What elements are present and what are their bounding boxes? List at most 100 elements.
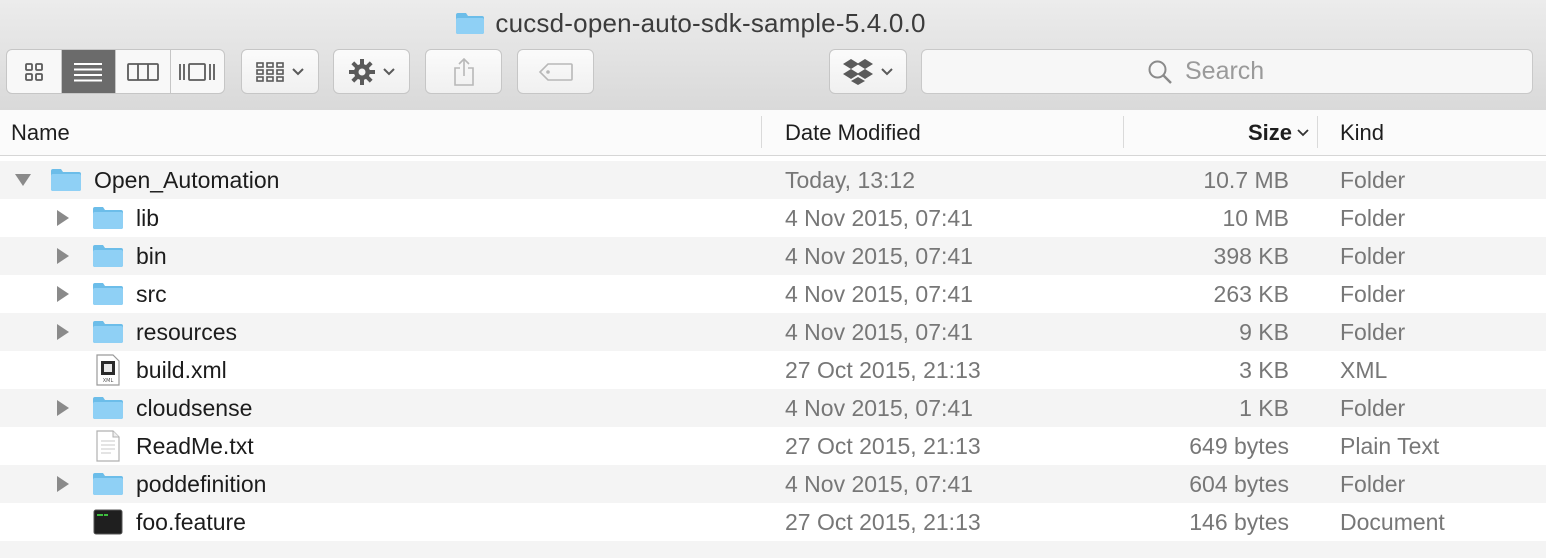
date-modified: 27 Oct 2015, 21:13 <box>785 432 981 459</box>
view-mode-selector <box>6 49 225 94</box>
arrange-icon <box>256 61 284 82</box>
file-size: 263 KB <box>1213 280 1289 307</box>
dropbox-button[interactable] <box>829 49 907 94</box>
file-kind: Folder <box>1340 470 1406 497</box>
file-kind: Document <box>1340 508 1445 535</box>
file-row[interactable]: bin 4 Nov 2015, 07:41 398 KB Folder <box>0 237 1546 275</box>
search-icon <box>1148 60 1172 84</box>
sort-descending-icon <box>1297 128 1309 136</box>
chevron-down-icon <box>382 67 395 75</box>
file-size: 10 MB <box>1222 204 1289 231</box>
file-row[interactable]: resources 4 Nov 2015, 07:41 9 KB Folder <box>0 313 1546 351</box>
file-list: Open_Automation Today, 13:12 10.7 MB Folder… <box>0 161 1546 541</box>
size-column-header[interactable]: Size <box>1130 110 1310 155</box>
file-name: lib <box>136 204 160 231</box>
date-header-label: Date Modified <box>785 119 921 145</box>
cover-flow-icon <box>179 62 216 81</box>
file-row[interactable]: ReadMe.txt 27 Oct 2015, 21:13 649 bytes Pla… <box>0 427 1546 465</box>
folder-icon <box>456 13 485 34</box>
file-row[interactable]: XML build.xml 27 Oct 2015, 21:13 3 KB XML <box>0 351 1546 389</box>
file-name: cloudsense <box>136 394 253 421</box>
name-header-label: Name <box>11 119 70 145</box>
search-field[interactable] <box>921 49 1533 94</box>
date-modified: Today, 13:12 <box>785 166 916 193</box>
disclosure-collapsed-icon[interactable] <box>56 389 70 427</box>
file-kind: Folder <box>1340 280 1406 307</box>
file-row[interactable]: src 4 Nov 2015, 07:41 263 KB Folder <box>0 275 1546 313</box>
disclosure-expanded-icon[interactable] <box>14 161 32 199</box>
xml-file-icon: XML <box>96 354 120 386</box>
kind-column-header[interactable]: Kind <box>1340 110 1384 155</box>
size-header-label: Size <box>1247 119 1292 145</box>
share-button[interactable] <box>425 49 502 94</box>
date-column-header[interactable]: Date Modified <box>785 110 921 155</box>
share-icon <box>453 57 474 86</box>
arrange-button[interactable] <box>241 49 319 94</box>
file-kind: Folder <box>1340 242 1406 269</box>
file-name: bin <box>136 242 167 269</box>
list-view-button[interactable] <box>61 50 116 93</box>
file-name: build.xml <box>136 356 227 383</box>
columns-icon <box>126 62 159 81</box>
dropbox-icon <box>843 58 873 85</box>
date-modified: 4 Nov 2015, 07:41 <box>785 204 973 231</box>
disclosure-collapsed-icon[interactable] <box>56 275 70 313</box>
disclosure-collapsed-icon[interactable] <box>56 313 70 351</box>
file-name: src <box>136 280 167 307</box>
date-modified: 27 Oct 2015, 21:13 <box>785 508 981 535</box>
file-name: resources <box>136 318 237 345</box>
disclosure-collapsed-icon[interactable] <box>56 465 70 503</box>
folder-icon <box>93 245 123 267</box>
file-size: 9 KB <box>1239 318 1289 345</box>
file-size: 146 bytes <box>1189 508 1289 535</box>
folder-icon <box>93 473 123 495</box>
file-name: foo.feature <box>136 508 246 535</box>
search-input[interactable] <box>1183 56 1307 87</box>
file-row[interactable]: Open_Automation Today, 13:12 10.7 MB Folder <box>0 161 1546 199</box>
date-modified: 4 Nov 2015, 07:41 <box>785 318 973 345</box>
disclosure-collapsed-icon[interactable] <box>56 199 70 237</box>
action-button[interactable] <box>333 49 410 94</box>
cover-flow-view-button[interactable] <box>171 50 225 93</box>
file-size: 649 bytes <box>1189 432 1289 459</box>
tag-icon <box>538 62 573 81</box>
file-name: Open_Automation <box>94 166 280 193</box>
disclosure-collapsed-icon[interactable] <box>56 237 70 275</box>
icon-view-button[interactable] <box>7 50 62 93</box>
column-view-button[interactable] <box>116 50 171 93</box>
date-modified: 27 Oct 2015, 21:13 <box>785 356 981 383</box>
terminal-file-icon <box>93 509 123 535</box>
file-size: 1 KB <box>1239 394 1289 421</box>
folder-icon <box>93 283 123 305</box>
gear-icon <box>348 58 375 85</box>
column-divider[interactable] <box>1123 116 1124 148</box>
folder-icon <box>93 397 123 419</box>
file-size: 3 KB <box>1239 356 1289 383</box>
column-divider[interactable] <box>761 116 762 148</box>
date-modified: 4 Nov 2015, 07:41 <box>785 280 973 307</box>
file-kind: Plain Text <box>1340 432 1440 459</box>
file-kind: Folder <box>1340 394 1406 421</box>
name-column-header[interactable]: Name <box>11 110 70 155</box>
file-size: 10.7 MB <box>1203 166 1289 193</box>
file-row[interactable]: foo.feature 27 Oct 2015, 21:13 146 bytes Do… <box>0 503 1546 541</box>
file-row[interactable]: lib 4 Nov 2015, 07:41 10 MB Folder <box>0 199 1546 237</box>
file-kind: XML <box>1340 356 1388 383</box>
grid-icon <box>24 62 43 81</box>
date-modified: 4 Nov 2015, 07:41 <box>785 470 973 497</box>
column-header-row: Name Date Modified Size Kind <box>0 110 1546 156</box>
file-kind: Folder <box>1340 204 1406 231</box>
file-row[interactable]: cloudsense 4 Nov 2015, 07:41 1 KB Folder <box>0 389 1546 427</box>
list-icon <box>74 62 103 81</box>
file-row[interactable]: poddefinition 4 Nov 2015, 07:41 604 bytes F… <box>0 465 1546 503</box>
file-size: 398 KB <box>1213 242 1289 269</box>
window-title: cucsd-open-auto-sdk-sample-5.4.0.0 <box>495 7 926 38</box>
folder-icon <box>93 207 123 229</box>
chevron-down-icon <box>881 67 893 75</box>
text-file-icon <box>96 430 120 462</box>
empty-row <box>0 541 1546 558</box>
tags-button[interactable] <box>517 49 594 94</box>
file-kind: Folder <box>1340 318 1406 345</box>
column-divider[interactable] <box>1317 116 1318 148</box>
file-name: ReadMe.txt <box>136 432 254 459</box>
